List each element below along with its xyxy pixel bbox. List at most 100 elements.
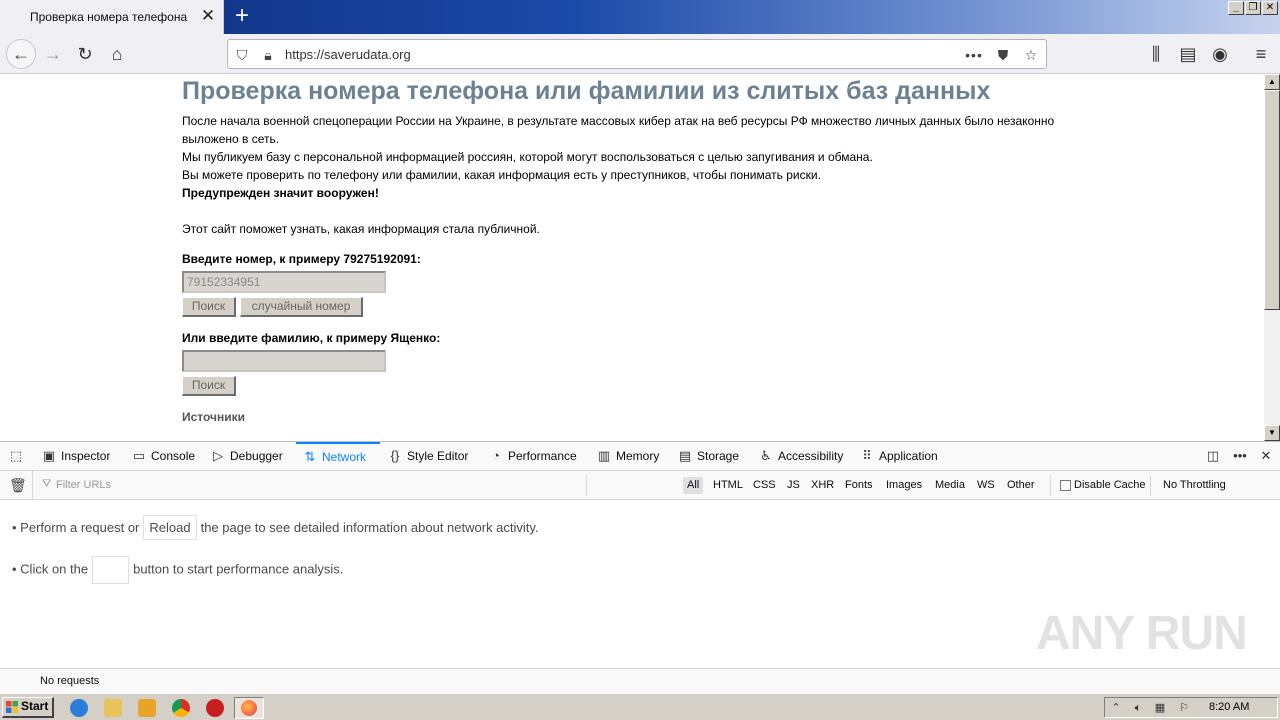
debugger-icon: ▷ [213,448,223,463]
filter-xhr[interactable]: XHR [807,477,838,494]
tab-close-icon[interactable]: ✕ [198,6,218,26]
reload-button[interactable]: Reload [143,515,197,540]
surname-input[interactable] [182,350,386,372]
new-tab-icon[interactable]: + [230,4,254,28]
filter-all[interactable]: All [683,477,704,494]
random-number-button[interactable]: случайный номер [240,297,363,317]
navigation-bar: ← → ↻ ⌂ ⛉ 🔒︎ https://saverudata.org ••• … [0,34,1280,74]
disable-cache-label: Disable Cache [1074,479,1146,491]
windows-logo-icon [6,701,18,713]
divider [1150,475,1151,496]
volume-icon[interactable]: 🔈︎ [1131,701,1145,715]
phone-search-button[interactable]: Поиск [182,297,236,317]
firefox-taskbar-button[interactable] [234,697,264,719]
tray-expand-icon[interactable]: ⌃ [1109,701,1123,715]
browser-title-bar: Проверка номера телефона ✕ + _ ❐ ✕ [0,0,1280,34]
phone-label: Введите номер, к примеру 79275192091: [182,252,421,266]
restore-icon[interactable]: ❐ [1245,1,1261,15]
opera-icon[interactable] [206,699,224,717]
phone-input[interactable]: 79152334951 [182,271,386,293]
throttling-select[interactable]: No Throttling [1163,479,1226,491]
page-scrollbar[interactable]: ▲ ▼ [1264,74,1280,441]
tab-network[interactable]: ⇅ Network [296,442,380,470]
inspector-icon: ▣ [42,448,56,463]
trash-icon[interactable]: 🗑︎ [9,477,27,494]
tab-accessibility[interactable]: ♿︎ Accessibility [758,442,843,470]
pick-element-icon[interactable]: ⬚ [8,442,28,470]
start-button[interactable]: Start [2,697,54,718]
tab-console[interactable]: ▭ Console [131,442,195,470]
minimize-icon[interactable]: _ [1228,1,1244,15]
filter-html[interactable]: HTML [709,477,747,494]
devtools-more-icon[interactable]: ••• [1232,442,1252,470]
bookmark-star-icon[interactable]: ☆ [1021,45,1041,65]
pocket-icon[interactable]: ⛊ [993,45,1013,65]
filter-other[interactable]: Other [1003,477,1039,494]
ie-icon[interactable] [70,699,88,717]
publish-paragraph: Мы публикуем базу с персональной информа… [182,150,873,164]
tab-memory[interactable]: ▥ Memory [596,442,660,470]
tab-application[interactable]: ⠿ Application [859,442,937,470]
url-text[interactable]: https://saverudata.org [285,47,411,62]
action-center-flag-icon[interactable]: ⚐ [1177,701,1191,715]
surname-search-button[interactable]: Поиск [182,376,236,396]
window-close-icon[interactable]: ✕ [1262,1,1278,15]
browser-tab[interactable]: Проверка номера телефона ✕ [0,0,224,34]
filter-urls-input[interactable]: Filter URLs [56,479,111,491]
tab-style-editor[interactable]: {} Style Editor [387,442,469,470]
devtools-close-icon[interactable]: ✕ [1258,442,1278,470]
tab-storage[interactable]: ▤ Storage [677,442,739,470]
status-text: No requests [40,675,100,687]
sources-link[interactable]: Источники [182,408,245,426]
media-player-icon[interactable] [138,699,156,717]
firefox-icon [241,700,257,716]
account-icon[interactable]: ◉ [1208,42,1232,66]
disable-cache-checkbox[interactable] [1060,480,1071,491]
forward-icon[interactable]: → [41,42,65,66]
explorer-icon[interactable] [104,699,122,717]
network-tray-icon[interactable]: ▦ [1153,701,1167,715]
filter-js[interactable]: JS [783,477,804,494]
dock-icon[interactable]: ◫ [1205,442,1225,470]
devtools-tab-bar: ⬚ ▣ Inspector ▭ Console ▷ Debugger ⇅ Network… [0,442,1280,471]
library-icon[interactable]: ⫼ [1144,42,1168,66]
home-icon[interactable]: ⌂ [105,42,129,66]
divider [586,475,587,496]
site-info-text: Этот сайт поможет узнать, какая информац… [182,222,540,236]
storage-icon: ▤ [678,448,692,463]
network-status-bar: No requests [0,668,1280,694]
filter-css[interactable]: CSS [749,477,780,494]
filter-images[interactable]: Images [882,477,926,494]
clock: 8:20 AM [1209,701,1250,713]
url-bar[interactable]: ⛉ 🔒︎ https://saverudata.org ••• ⛊ ☆ [227,39,1047,69]
performance-analysis-button[interactable] [92,556,130,584]
page-actions-icon[interactable]: ••• [964,45,984,65]
request-hint: • Perform a request or Reload the page to … [12,515,539,540]
tab-title: Проверка номера телефона [30,10,188,24]
lock-icon[interactable]: 🔒︎ [258,45,278,65]
shield-icon[interactable]: ⛉ [232,45,252,65]
filter-ws[interactable]: WS [973,477,999,494]
style-editor-icon: {} [390,448,400,463]
scroll-up-icon[interactable]: ▲ [1264,74,1280,90]
tab-debugger[interactable]: ▷ Debugger [210,442,283,470]
surname-label: Или введите фамилию, к примеру Ященко: [182,331,441,345]
reload-icon[interactable]: ↻ [73,42,97,66]
tab-inspector[interactable]: ▣ Inspector [41,442,111,470]
scroll-thumb[interactable] [1264,90,1280,310]
accessibility-icon: ♿︎ [760,448,772,463]
filter-media[interactable]: Media [931,477,969,494]
web-page: Проверка номера телефона или фамилии из … [0,74,1264,441]
anyrun-watermark: ANY RUN [1036,607,1248,660]
menu-icon[interactable]: ≡ [1249,42,1273,66]
filter-icon: ⛛ [42,478,52,490]
back-icon[interactable]: ← [6,39,36,69]
check-paragraph: Вы можете проверить по телефону или фами… [182,168,821,182]
taskbar: Start ⌃ 🔈︎ ▦ ⚐ 8:20 AM [0,693,1280,720]
scroll-down-icon[interactable]: ▼ [1264,425,1280,441]
application-icon: ⠿ [862,448,872,463]
filter-fonts[interactable]: Fonts [841,477,877,494]
sidebar-icon[interactable]: ▤ [1176,42,1200,66]
tab-performance[interactable]: ◔ Performance [488,442,577,470]
chrome-icon[interactable] [172,699,190,717]
